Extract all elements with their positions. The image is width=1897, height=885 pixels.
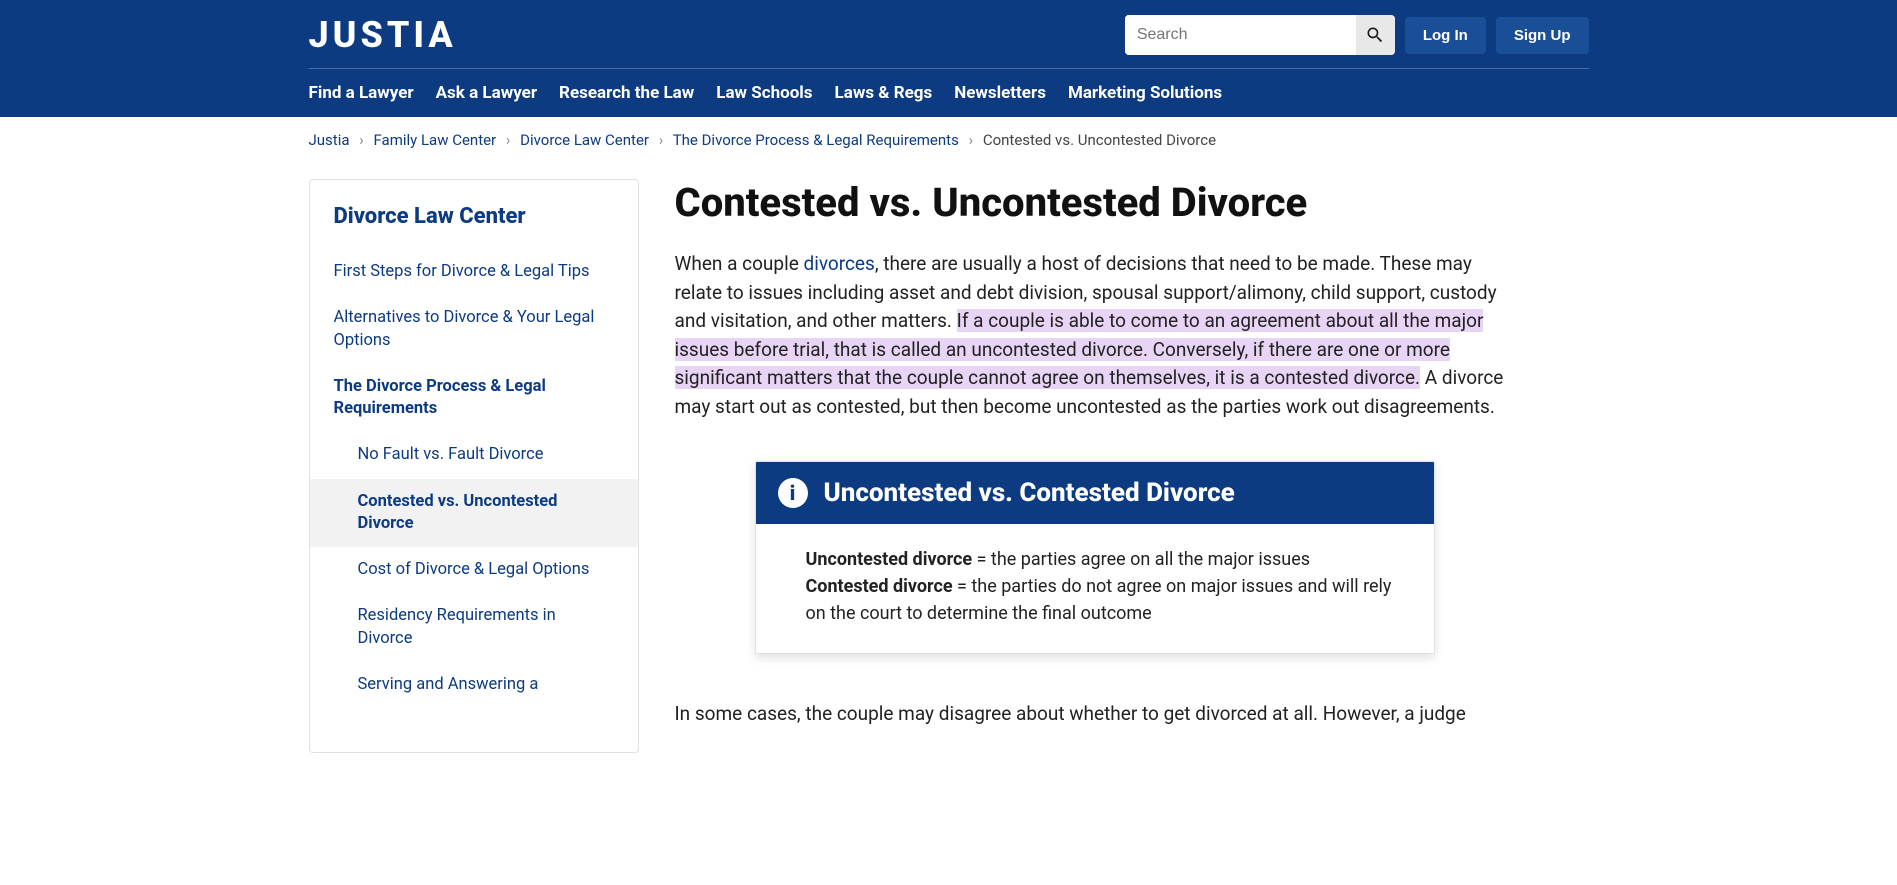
sidebar-item-first-steps[interactable]: First Steps for Divorce & Legal Tips — [310, 249, 638, 295]
header-actions: Log In Sign Up — [1125, 15, 1589, 55]
callout-l1-def: = the parties agree on all the major iss… — [972, 549, 1310, 570]
nav-law-schools[interactable]: Law Schools — [716, 83, 812, 103]
callout-line-1: Uncontested divorce = the parties agree … — [806, 546, 1394, 573]
divorces-link[interactable]: divorces — [803, 252, 874, 275]
sidebar-item-contested[interactable]: Contested vs. Uncontested Divorce — [310, 479, 638, 548]
intro-paragraph: When a couple divorces, there are usuall… — [675, 250, 1515, 421]
logo[interactable]: JUSTIA — [309, 14, 457, 56]
body-paragraph-2: In some cases, the couple may disagree a… — [675, 700, 1515, 729]
primary-nav: Find a Lawyer Ask a Lawyer Research the … — [309, 68, 1589, 117]
info-icon: i — [778, 478, 808, 508]
sidebar-item-residency[interactable]: Residency Requirements in Divorce — [310, 593, 638, 662]
crumb-current: Contested vs. Uncontested Divorce — [983, 131, 1216, 149]
search-box — [1125, 15, 1395, 55]
crumb-justia[interactable]: Justia — [309, 131, 350, 149]
crumb-family-law[interactable]: Family Law Center — [374, 131, 497, 149]
login-button[interactable]: Log In — [1405, 17, 1486, 54]
sidebar-list: First Steps for Divorce & Legal Tips Alt… — [310, 249, 638, 708]
callout-l2-term: Contested divorce — [806, 576, 953, 597]
search-button[interactable] — [1356, 15, 1395, 55]
breadcrumb: Justia › Family Law Center › Divorce Law… — [309, 117, 1589, 155]
nav-ask-lawyer[interactable]: Ask a Lawyer — [436, 83, 537, 103]
sidebar: Divorce Law Center First Steps for Divor… — [309, 179, 639, 753]
crumb-sep: › — [359, 131, 364, 149]
sidebar-item-fault[interactable]: No Fault vs. Fault Divorce — [310, 432, 638, 478]
callout-line-2: Contested divorce = the parties do not a… — [806, 573, 1394, 627]
crumb-divorce-law[interactable]: Divorce Law Center — [520, 131, 649, 149]
callout-l1-term: Uncontested divorce — [806, 549, 973, 570]
crumb-sep: › — [969, 131, 974, 149]
crumb-divorce-process[interactable]: The Divorce Process & Legal Requirements — [673, 131, 959, 149]
sidebar-item-serving[interactable]: Serving and Answering a — [310, 662, 638, 708]
site-header: JUSTIA Log In Sign Up Find a Lawyer Ask … — [0, 0, 1897, 117]
search-input[interactable] — [1125, 15, 1356, 55]
nav-marketing[interactable]: Marketing Solutions — [1068, 83, 1222, 103]
search-icon — [1365, 25, 1385, 45]
nav-laws-regs[interactable]: Laws & Regs — [835, 83, 933, 103]
crumb-sep: › — [659, 131, 664, 149]
signup-button[interactable]: Sign Up — [1496, 17, 1589, 54]
article: Contested vs. Uncontested Divorce When a… — [675, 179, 1515, 753]
sidebar-title: Divorce Law Center — [310, 180, 638, 249]
info-callout: i Uncontested vs. Contested Divorce Unco… — [755, 461, 1435, 654]
sidebar-item-alternatives[interactable]: Alternatives to Divorce & Your Legal Opt… — [310, 295, 638, 364]
nav-find-lawyer[interactable]: Find a Lawyer — [309, 83, 414, 103]
callout-body: Uncontested divorce = the parties agree … — [756, 524, 1434, 653]
callout-title: Uncontested vs. Contested Divorce — [824, 478, 1235, 508]
sidebar-item-cost[interactable]: Cost of Divorce & Legal Options — [310, 547, 638, 593]
crumb-sep: › — [506, 131, 511, 149]
nav-research[interactable]: Research the Law — [559, 83, 694, 103]
nav-newsletters[interactable]: Newsletters — [954, 83, 1046, 103]
p1-text-a: When a couple — [675, 252, 804, 275]
page-title: Contested vs. Uncontested Divorce — [675, 179, 1515, 226]
sidebar-item-process[interactable]: The Divorce Process & Legal Requirements — [310, 364, 638, 433]
callout-header: i Uncontested vs. Contested Divorce — [756, 462, 1434, 524]
